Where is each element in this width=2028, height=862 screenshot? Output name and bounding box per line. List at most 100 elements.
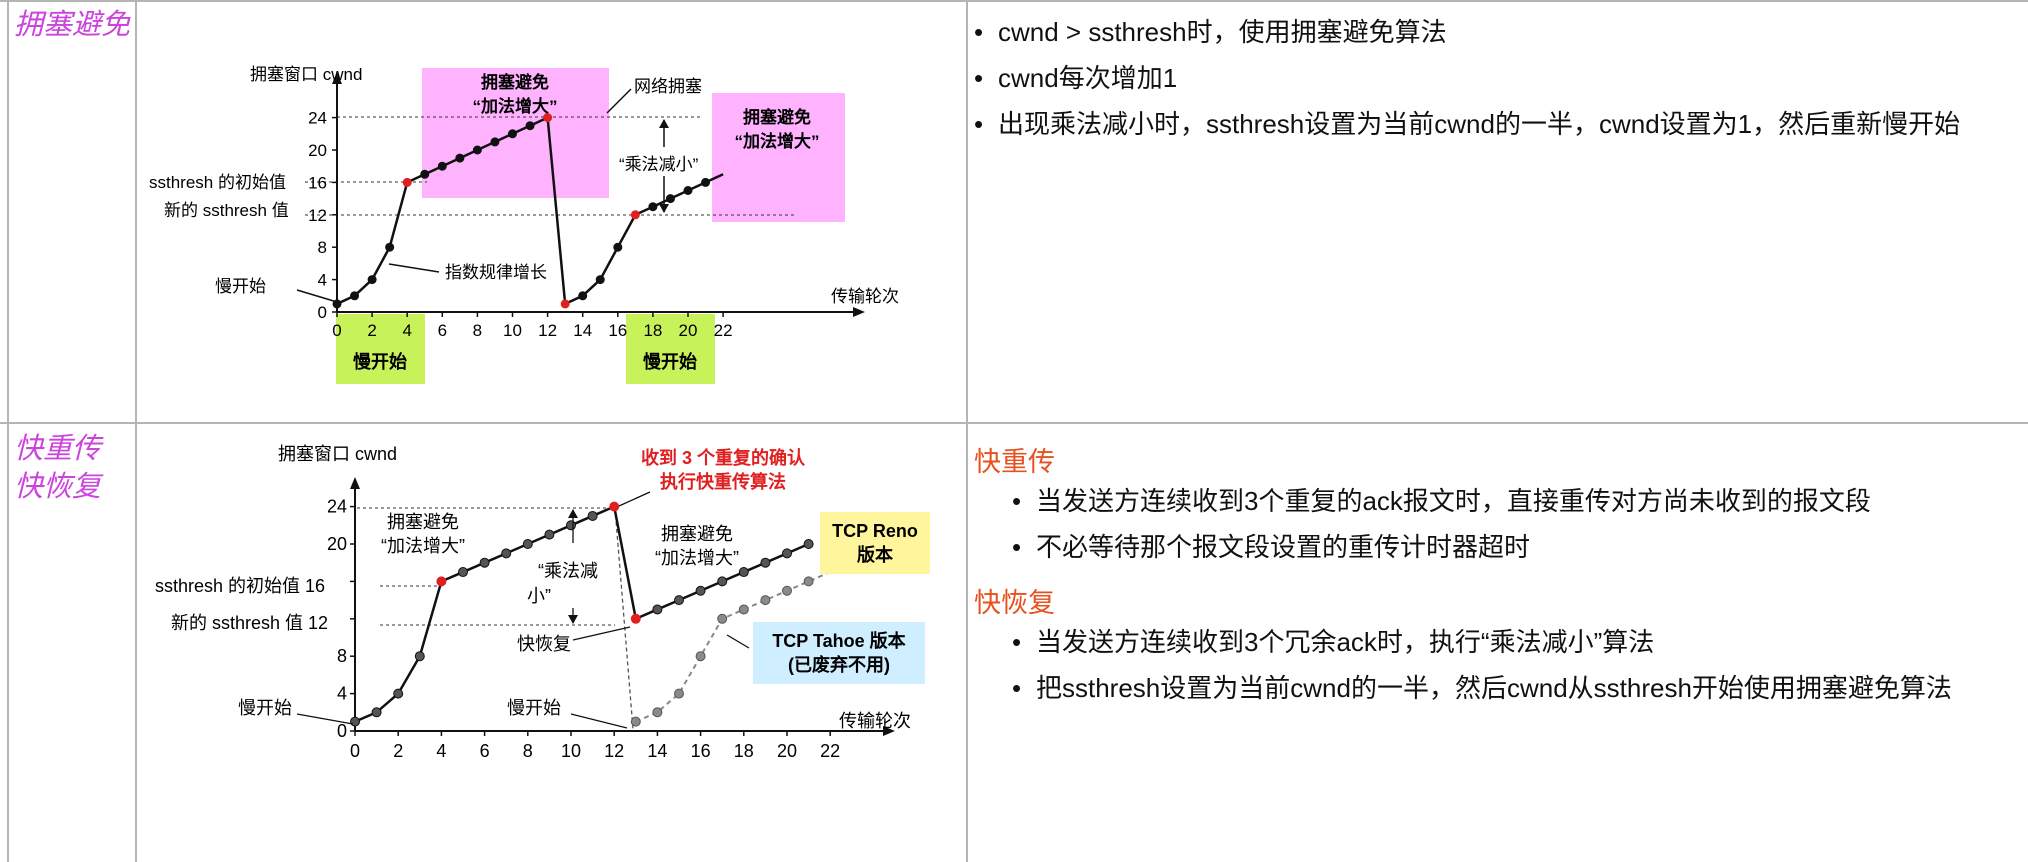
data-point [613,242,623,252]
y-tick-label: 0 [337,721,347,741]
event-point [560,299,570,309]
x-tick-label: 6 [438,321,447,340]
data-point [437,161,447,171]
x-tick-label: 16 [608,321,627,340]
ssthresh-initial-label: ssthresh 的初始值 [149,173,286,192]
point-1: cwnd > ssthresh时，使用拥塞避免算法 [974,9,1960,55]
reno-data-point [393,688,404,699]
ca-box-1-title: 拥塞避免 [481,72,549,92]
x-tick-label: 20 [679,321,698,340]
tahoe-data-point [803,576,814,587]
reno-data-point [501,548,512,559]
data-point [578,291,588,301]
data-point [665,194,675,204]
y-axis-title: 拥塞窗口 cwnd [250,65,362,84]
congestion-avoidance-chart: 04812162024 0 2 4 6 8 10 12 14 16 18 20 22 拥塞窗口 cwn… [149,65,899,384]
x-axis-arrow [853,307,865,317]
reno-data-point [695,585,706,596]
x-tick-label: 4 [402,321,411,340]
reno-data-point [414,651,425,662]
network-congestion-label: 网络拥塞 [634,77,702,96]
tahoe-data-point [630,716,641,727]
ss-box-2-label: 慢开始 [643,351,697,372]
reno-data-point [674,595,684,606]
ca-2-title: 拥塞避免 [661,524,733,544]
slow-start-label-2: 慢开始 [507,698,561,718]
y-tick-label: 20 [308,141,327,160]
event-point [609,501,620,512]
mult-decrease-arrowhead-down [568,615,578,624]
x-tick-label: 14 [647,741,667,761]
tahoe-data-point [717,613,728,624]
network-congestion-pointer [606,88,632,114]
reno-data-point [587,510,598,521]
ssthresh-new-label: 新的 ssthresh 值 [164,201,289,220]
exponential-pointer [388,263,440,273]
fast-recovery-point-2: 把ssthresh设置为当前cwnd的一半，然后cwnd从ssthresh开始使… [1012,665,1952,711]
table-top-border [0,0,2028,2]
fast-retransmit-note-line1: 收到 3 个重复的确认 [641,447,806,468]
y-tick-label: 20 [327,534,347,554]
data-point [701,177,711,187]
fast-retransmit-pointer [618,491,651,507]
data-point [472,145,482,155]
fast-retransmit-chart: 0482024 0 2 4 6 8 10 12 14 16 18 20 22 TCP Reno 版本 … [155,444,930,761]
event-point [402,177,412,187]
reno-version-title: TCP Reno [832,521,918,541]
ca-1-title: 拥塞避免 [387,512,459,532]
x-tick-label: 8 [523,741,533,761]
tahoe-data-point [760,595,771,606]
x-tick-label: 6 [480,741,490,761]
fast-recovery-points: 当发送方连续收到3个冗余ack时，执行“乘法减小”算法 把ssthresh设置为… [1012,619,1952,711]
data-point [683,186,693,195]
reno-data-point [522,539,533,549]
x-tick-label: 16 [691,741,711,761]
y-tick-label: 4 [318,271,327,290]
data-point [385,242,395,252]
event-point [630,613,641,624]
reno-data-point [566,520,576,531]
y-tick-label: 24 [308,109,327,128]
tahoe-data-point [652,707,663,718]
fast-retransmit-point-1: 当发送方连续收到3个重复的ack报文时，直接重传对方尚未收到的报文段 [1012,478,1871,524]
fast-recovery-point-1: 当发送方连续收到3个冗余ack时，执行“乘法减小”算法 [1012,619,1952,665]
y-tick-label: 16 [308,173,327,192]
y-tick-label: 4 [337,684,347,704]
x-tick-label: 0 [332,321,341,340]
mult-decrease-line2: 小” [527,586,551,606]
reno-data-point [738,567,749,578]
event-point [436,576,447,587]
fast-retransmit-title: 快重传 [974,447,1055,477]
x-tick-label: 10 [503,321,522,340]
data-point [455,153,465,163]
fast-recovery-label: 快恢复 [517,634,571,654]
ss-highlight-box-2 [626,314,715,384]
y-axis-title: 拥塞窗口 cwnd [278,444,397,464]
tahoe-drop-line [614,507,634,730]
y-axis-arrow [350,477,360,489]
data-point [490,137,500,147]
slow-start-pointer-1 [296,713,354,725]
x-tick-label: 0 [350,741,360,761]
x-tick-label: 14 [573,321,592,340]
reno-data-point [544,529,555,540]
x-tick-label: 20 [777,741,797,761]
x-tick-label: 18 [643,321,662,340]
reno-data-point [803,539,814,549]
x-tick-label: 8 [473,321,482,340]
x-tick-label: 4 [436,741,446,761]
y-tick-label: 12 [308,206,327,225]
x-tick-label: 2 [367,321,376,340]
fast-retransmit-points: 当发送方连续收到3个重复的ack报文时，直接重传对方尚未收到的报文段 不必等待那… [1012,478,1871,570]
row-label-congestion-avoidance: 拥塞避免 [14,9,131,41]
fast-recovery-pointer [572,626,631,641]
x-axis-title: 传输轮次 [831,287,899,306]
mult-decrease-arrowhead-up [659,119,669,128]
tahoe-data-point [782,585,792,596]
table-left-border [7,0,9,862]
ca-1-subtitle: “加法增大” [381,536,465,556]
fast-recovery-title: 快恢复 [974,588,1055,618]
reno-version-subtitle: 版本 [857,544,893,565]
reno-data-point [652,604,663,615]
ss-box-1-label: 慢开始 [353,351,407,372]
